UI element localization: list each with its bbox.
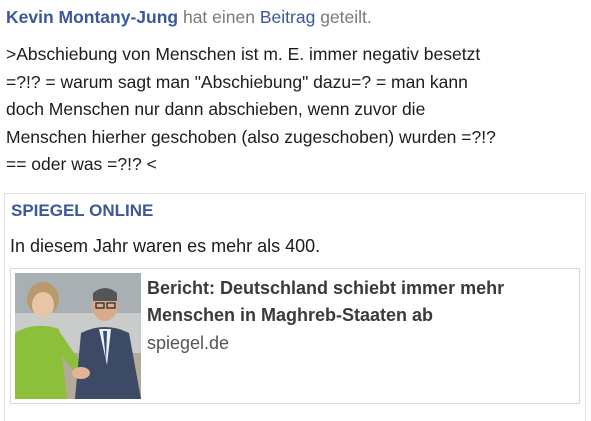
- shared-post: SPIEGEL ONLINE In diesem Jahr waren es m…: [4, 193, 586, 421]
- shared-post-text: In diesem Jahr waren es mehr als 400.: [10, 236, 321, 256]
- facebook-post: Kevin Montany-Jung hat einen Beitrag get…: [0, 0, 591, 421]
- article-title[interactable]: Bericht: Deutschland schiebt immer mehr …: [147, 275, 567, 329]
- header-action-suffix: geteilt.: [320, 7, 372, 27]
- author-link[interactable]: Kevin Montany-Jung: [6, 7, 178, 27]
- article-thumbnail[interactable]: [15, 273, 141, 399]
- header-action-text: hat einen: [182, 7, 255, 27]
- link-preview-card[interactable]: Bericht: Deutschland schiebt immer mehr …: [10, 268, 580, 404]
- article-domain: spiegel.de: [147, 333, 230, 353]
- shared-post-link[interactable]: Beitrag: [260, 7, 315, 27]
- article-title-line-1: Bericht: Deutschland schiebt immer mehr: [147, 278, 505, 298]
- post-header: Kevin Montany-Jung hat einen Beitrag get…: [6, 4, 372, 30]
- shared-source-link[interactable]: SPIEGEL ONLINE: [11, 201, 153, 221]
- thumbnail-photo: [15, 273, 141, 399]
- article-title-line-2: Menschen in Maghreb-Staaten ab: [147, 305, 434, 325]
- post-body-text: >Abschiebung von Menschen ist m. E. imme…: [6, 44, 496, 174]
